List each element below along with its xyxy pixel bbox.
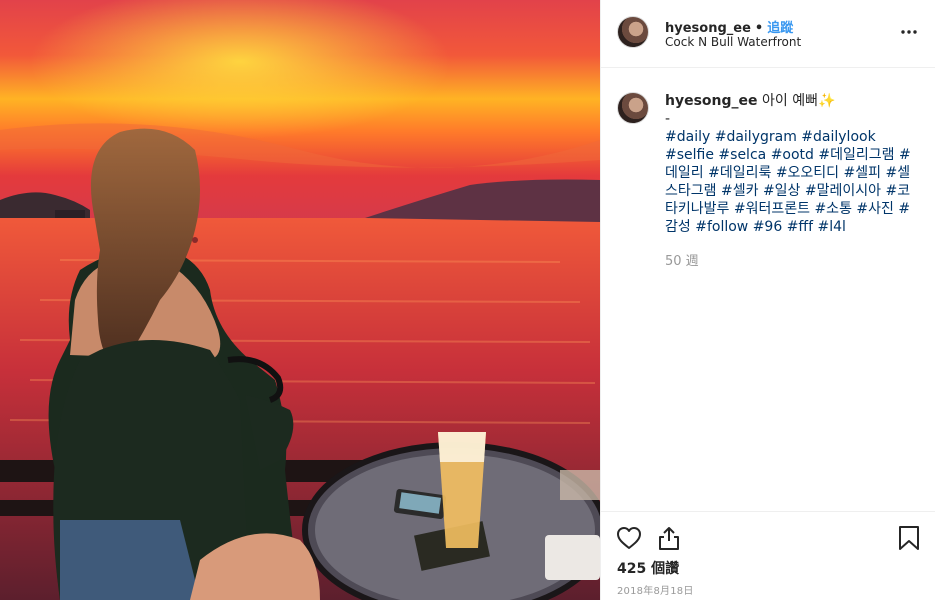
share-button[interactable]: [655, 524, 683, 552]
action-bar: 425 個讚 2018年8月18日: [601, 511, 935, 600]
hashtag-link[interactable]: #96: [753, 219, 783, 235]
hashtag-link[interactable]: #daily: [665, 129, 710, 145]
hashtag-link[interactable]: #fff: [787, 219, 813, 235]
hashtag-link[interactable]: #워터프론트: [734, 201, 810, 217]
hashtag-link[interactable]: #셀카: [721, 183, 759, 199]
heart-icon: [617, 527, 641, 549]
avatar[interactable]: [617, 16, 649, 48]
caption-body: hyesong_ee 아이 예뻐✨ - #daily #dailygram #d…: [665, 92, 915, 236]
bookmark-icon: [899, 526, 919, 550]
likes-count[interactable]: 425 個讚: [617, 558, 679, 578]
post-header: hyesong_ee • 追蹤 Cock N Bull Waterfront: [601, 0, 935, 68]
hashtag-link[interactable]: #말레이시아: [805, 183, 881, 199]
hashtag-list: #daily #dailygram #dailylook #selfie #se…: [665, 129, 911, 235]
hashtag-link[interactable]: #일상: [763, 183, 801, 199]
instagram-post: hyesong_ee • 追蹤 Cock N Bull Waterfront hye…: [0, 0, 935, 600]
hashtag-link[interactable]: #dailygram: [715, 129, 797, 145]
hashtag-link[interactable]: #ootd: [771, 147, 814, 163]
post-date: 2018年8月18日: [617, 586, 694, 597]
separator-dot: •: [754, 21, 764, 36]
location-link[interactable]: Cock N Bull Waterfront: [665, 35, 801, 49]
hashtag-link[interactable]: #데일리룩: [708, 165, 771, 181]
caption-text: 아이 예뻐✨: [761, 93, 836, 109]
comment-time: 50 週: [665, 254, 699, 269]
avatar[interactable]: [617, 92, 649, 124]
caption-username[interactable]: hyesong_ee: [665, 93, 758, 109]
hashtag-link[interactable]: #selfie: [665, 147, 714, 163]
hashtag-link[interactable]: #소통: [814, 201, 852, 217]
hashtag-link[interactable]: #selca: [718, 147, 766, 163]
like-button[interactable]: [615, 524, 643, 552]
share-icon: [659, 527, 679, 550]
hashtag-link[interactable]: #오오티디: [776, 165, 839, 181]
username-link[interactable]: hyesong_ee: [665, 21, 751, 36]
post-sidebar: hyesong_ee • 追蹤 Cock N Bull Waterfront hye…: [600, 0, 935, 600]
save-button[interactable]: [895, 524, 923, 552]
hashtag-link[interactable]: #셀피: [844, 165, 882, 181]
more-options-button[interactable]: [899, 22, 919, 42]
hashtag-link[interactable]: #l4l: [817, 219, 845, 235]
follow-button[interactable]: 追蹤: [767, 21, 793, 36]
hashtag-link[interactable]: #follow: [695, 219, 748, 235]
header-user-line: hyesong_ee • 追蹤: [665, 17, 793, 36]
hashtag-link[interactable]: #dailylook: [801, 129, 875, 145]
post-photo[interactable]: [0, 0, 600, 600]
sunset-photo-image: [0, 0, 600, 600]
caption-dash: -: [665, 111, 671, 127]
hashtag-link[interactable]: #데일리그램: [818, 147, 894, 163]
hashtag-link[interactable]: #사진: [856, 201, 894, 217]
more-horizontal-icon: [901, 30, 917, 34]
